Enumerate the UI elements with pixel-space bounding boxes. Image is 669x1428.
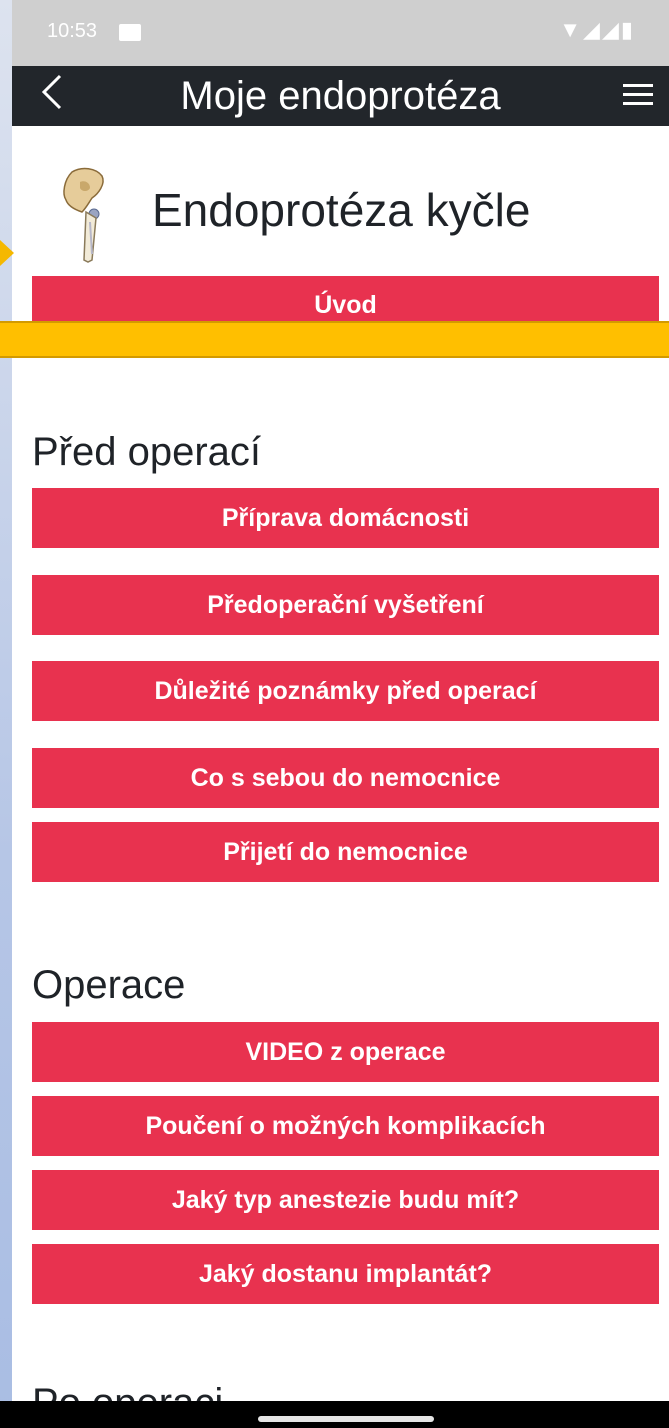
preoperative-exam-button[interactable]: Předoperační vyšetření bbox=[32, 575, 659, 635]
menu-icon-line bbox=[623, 93, 653, 96]
complications-info-button[interactable]: Poučení o možných komplikacích bbox=[32, 1096, 659, 1156]
app-bar: Moje endoprotéza bbox=[12, 66, 669, 126]
tutorial-highlight-bar bbox=[0, 321, 669, 358]
intro-button[interactable]: Úvod bbox=[32, 276, 659, 322]
tutorial-pointer bbox=[0, 240, 14, 266]
implant-type-button[interactable]: Jaký dostanu implantát? bbox=[32, 1244, 659, 1304]
section-title-before-surgery: Před operací bbox=[32, 430, 262, 474]
hospital-admission-button[interactable]: Přijetí do nemocnice bbox=[32, 822, 659, 882]
status-time: 10:53 bbox=[47, 20, 98, 42]
system-navigation-bar bbox=[0, 1401, 669, 1428]
status-bar: 10:53 ▼◢◢▮ bbox=[12, 0, 669, 66]
left-edge-strip bbox=[0, 0, 12, 1428]
menu-button[interactable] bbox=[623, 79, 653, 109]
anesthesia-type-button[interactable]: Jaký typ anestezie budu mít? bbox=[32, 1170, 659, 1230]
signal-battery-icon: ▼◢◢▮ bbox=[559, 17, 635, 42]
page-title: Endoprotéza kyčle bbox=[152, 184, 531, 236]
home-preparation-button[interactable]: Příprava domácnosti bbox=[32, 488, 659, 548]
menu-icon-line bbox=[623, 102, 653, 105]
what-to-bring-button[interactable]: Co s sebou do nemocnice bbox=[32, 748, 659, 808]
app-title: Moje endoprotéza bbox=[180, 74, 501, 118]
section-title-surgery: Operace bbox=[32, 963, 186, 1007]
notification-icon bbox=[119, 24, 141, 41]
menu-icon-line bbox=[623, 84, 653, 87]
important-notes-button[interactable]: Důležité poznámky před operací bbox=[32, 661, 659, 721]
surgery-video-button[interactable]: VIDEO z operace bbox=[32, 1022, 659, 1082]
hip-joint-icon bbox=[63, 167, 104, 263]
home-gesture-handle[interactable] bbox=[258, 1416, 434, 1422]
main-content: Endoprotéza kyčle Úvod Před operací Příp… bbox=[12, 126, 669, 1425]
